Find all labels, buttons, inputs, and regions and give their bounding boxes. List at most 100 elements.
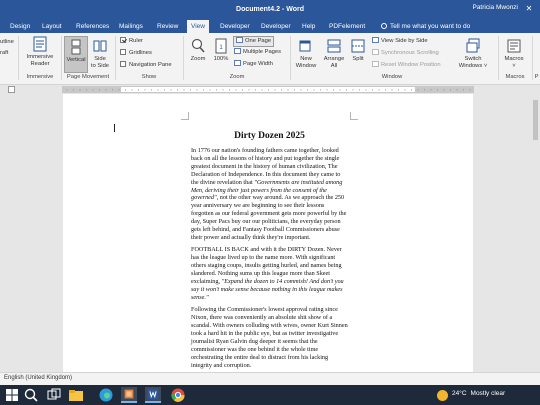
- macros-icon: [507, 39, 521, 53]
- split-label: Split: [352, 56, 364, 62]
- zoom-100-button[interactable]: 1 100%: [211, 36, 231, 63]
- tab-selector[interactable]: [8, 86, 15, 93]
- vertical-scrollbar[interactable]: [532, 94, 540, 372]
- synchronous-scrolling-button[interactable]: Synchronous Scrolling: [372, 49, 439, 58]
- tab-references[interactable]: References: [72, 20, 113, 33]
- tab-pdfelement[interactable]: PDFelement: [325, 20, 369, 33]
- separator: [183, 36, 184, 80]
- zoom-button[interactable]: Zoom: [187, 36, 209, 63]
- macros-button[interactable]: Macros ˅: [501, 36, 527, 70]
- side-to-side-button[interactable]: Side to Side: [89, 36, 111, 70]
- edge-browser-icon[interactable]: [98, 387, 114, 403]
- document-area[interactable]: Dirty Dozen 2025 In 1776 our nation's fo…: [0, 94, 540, 372]
- separator: [498, 36, 499, 80]
- tab-view[interactable]: View: [187, 20, 209, 33]
- word-icon[interactable]: [145, 387, 161, 403]
- tab-help[interactable]: Help: [298, 20, 319, 33]
- tab-developer-2[interactable]: Developer: [257, 20, 295, 33]
- title-bar: Document4.2 - Word Patricia Mwonzi ✕: [0, 0, 540, 18]
- all-label: All: [330, 63, 338, 69]
- search-icon[interactable]: [23, 387, 39, 403]
- ribbon: utline raft Immersive Reader Immersive V…: [0, 33, 540, 85]
- group-zoom-label: Zoom: [229, 74, 245, 80]
- temperature: 24°C: [452, 390, 467, 397]
- side-by-side-icon: [372, 37, 379, 43]
- vertical-button[interactable]: Vertical: [64, 36, 88, 73]
- tab-design[interactable]: Design: [6, 20, 34, 33]
- ruler-label: Ruler: [129, 38, 143, 44]
- margin-corner-mark: [181, 112, 189, 120]
- multiple-pages-button[interactable]: Multiple Pages: [234, 48, 281, 57]
- macros-dropdown-arrow: ˅: [512, 63, 516, 69]
- tell-me-search[interactable]: Tell me what you want to do: [381, 20, 470, 33]
- group-immersive-label: Immersive: [26, 74, 54, 80]
- page-width-icon: [234, 60, 241, 66]
- margin-corner-mark: [350, 112, 358, 120]
- gridlines-checkbox[interactable]: Gridlines: [120, 49, 152, 58]
- one-page-icon: [236, 37, 243, 43]
- tab-layout[interactable]: Layout: [38, 20, 66, 33]
- checkbox-icon: [120, 49, 126, 55]
- windows-start-icon[interactable]: [4, 387, 20, 403]
- separator: [18, 36, 19, 80]
- zoom-100-label: 100%: [213, 56, 229, 62]
- horizontal-ruler[interactable]: [62, 86, 474, 93]
- vertical-label: Vertical: [66, 57, 86, 63]
- weather-widget[interactable]: 24°C Mostly clear: [452, 390, 505, 397]
- navigation-pane-checkbox[interactable]: Navigation Pane: [120, 61, 172, 70]
- split-icon: [351, 39, 365, 53]
- tell-me-label: Tell me what you want to do: [390, 23, 471, 30]
- group-window-label: Window: [381, 74, 403, 80]
- side-label: Side: [94, 56, 106, 62]
- paragraph: Following the Commissioner's lowest appr…: [191, 306, 348, 369]
- language-indicator[interactable]: English (United Kingdom): [4, 375, 72, 381]
- task-view-icon[interactable]: [46, 387, 62, 403]
- side-to-side-icon: [93, 40, 107, 52]
- separator: [290, 36, 291, 80]
- chrome-icon[interactable]: [170, 387, 186, 403]
- page-width-button[interactable]: Page Width: [234, 60, 273, 69]
- document-body[interactable]: Dirty Dozen 2025 In 1776 our nation's fo…: [191, 130, 348, 372]
- ruler-ticks: [66, 89, 471, 91]
- file-explorer-icon[interactable]: [68, 387, 84, 403]
- synchronous-scrolling-label: Synchronous Scrolling: [381, 50, 439, 56]
- multiple-pages-label: Multiple Pages: [243, 49, 282, 55]
- group-page-movement-label: Page Movement: [66, 74, 110, 80]
- new-window-button[interactable]: New Window: [293, 36, 319, 70]
- group-show-label: Show: [141, 74, 157, 80]
- status-bar: English (United Kingdom): [0, 372, 540, 385]
- arrange-all-button[interactable]: Arrange All: [321, 36, 347, 70]
- view-side-by-side-button[interactable]: View Side by Side: [372, 37, 428, 46]
- switch-windows-button[interactable]: Switch Windows ˅: [457, 36, 489, 70]
- sync-scroll-icon: [372, 49, 379, 55]
- close-button[interactable]: ✕: [522, 2, 536, 15]
- document-page[interactable]: Dirty Dozen 2025 In 1776 our nation's fo…: [63, 94, 473, 372]
- outline-button[interactable]: utline: [0, 38, 14, 47]
- tab-review[interactable]: Review: [153, 20, 182, 33]
- checkbox-icon: [120, 61, 126, 67]
- zoom-label: Zoom: [190, 56, 206, 62]
- tab-developer[interactable]: Developer: [216, 20, 254, 33]
- draft-button[interactable]: raft: [0, 49, 8, 58]
- split-button[interactable]: Split: [348, 36, 368, 63]
- reset-window-position-button[interactable]: Reset Window Position: [372, 61, 441, 70]
- scrollbar-thumb[interactable]: [533, 100, 538, 140]
- one-page-button[interactable]: One Page: [233, 36, 275, 47]
- paragraph: FOOTBALL IS BACK and with it the DIRTY D…: [191, 246, 344, 301]
- zoom-100-icon: 1: [215, 38, 227, 54]
- magnifier-icon: [191, 38, 205, 53]
- immersive-reader-button[interactable]: Immersive Reader: [22, 36, 58, 68]
- weather-condition: Mostly clear: [470, 390, 506, 397]
- ribbon-tabs: Design Layout References Mailings Review…: [0, 18, 540, 33]
- app-icon[interactable]: [121, 387, 137, 403]
- view-side-by-side-label: View Side by Side: [381, 38, 428, 44]
- ruler-checkbox[interactable]: Ruler: [120, 37, 143, 46]
- user-name[interactable]: Patricia Mwonzi: [472, 4, 518, 11]
- tab-mailings[interactable]: Mailings: [115, 20, 147, 33]
- text-cursor: [114, 124, 115, 132]
- immersive-reader-label2: Reader: [30, 61, 50, 67]
- window-label: Window: [295, 63, 317, 69]
- window-title: Document4.2 - Word: [236, 6, 304, 13]
- checkbox-checked-icon: [120, 37, 126, 43]
- group-macros-label: Macros: [505, 74, 525, 80]
